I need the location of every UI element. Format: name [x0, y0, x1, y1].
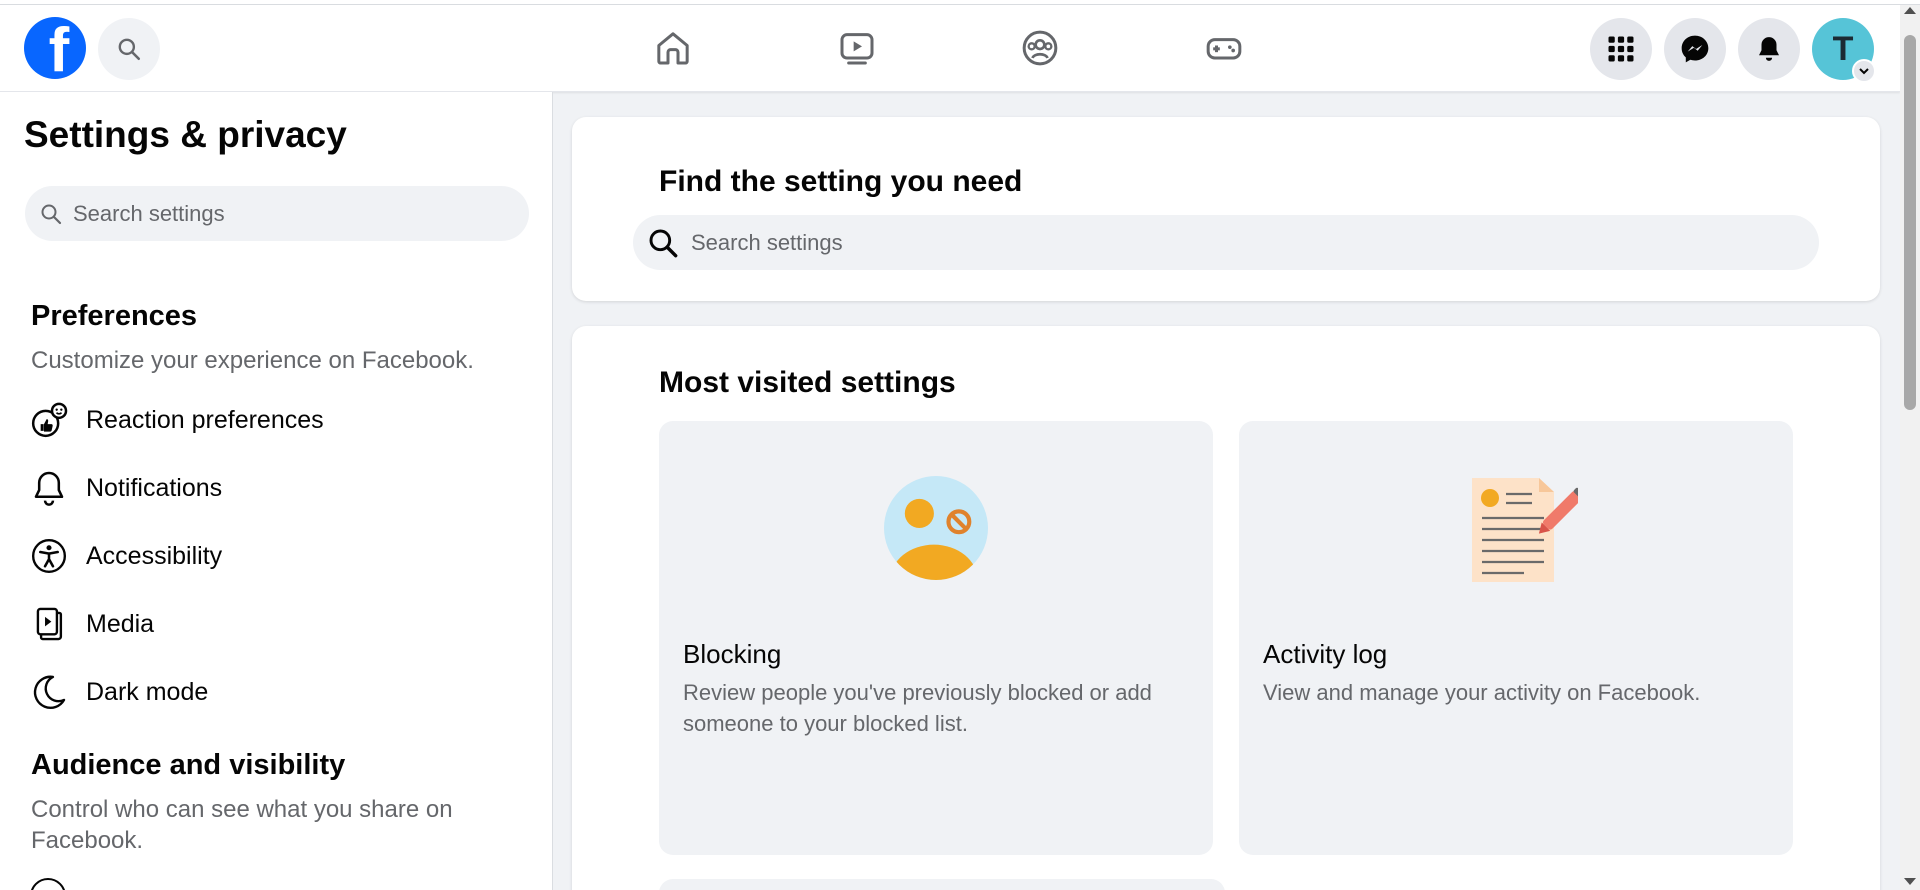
search-icon [41, 204, 62, 224]
sidebar-item-dark-mode[interactable]: Dark mode [28, 666, 528, 718]
bell-icon [1759, 37, 1779, 61]
menu-grid-icon [1608, 36, 1634, 62]
scroll-down-arrow-icon[interactable] [1904, 878, 1916, 885]
messenger-button[interactable] [1664, 18, 1726, 80]
sidebar-item-label: Accessibility [86, 541, 223, 570]
nav-gaming[interactable] [1201, 25, 1247, 71]
menu-button[interactable] [1590, 18, 1652, 80]
accessibility-icon [31, 538, 67, 574]
home-icon [657, 32, 689, 65]
section-description-audience: Control who can see what you share on Fa… [31, 796, 453, 854]
page-scrollbar[interactable] [1900, 5, 1920, 890]
chevron-down-icon [1859, 68, 1869, 75]
nav-groups[interactable] [1017, 25, 1063, 71]
notifications-button[interactable] [1738, 18, 1800, 80]
tile-description: View and manage your activity on Faceboo… [1263, 680, 1701, 705]
search-icon [118, 38, 141, 61]
main-search-input[interactable]: Search settings [633, 215, 1819, 270]
top-navigation-bar: f T [0, 5, 1900, 92]
video-icon [840, 33, 874, 65]
sidebar-item-notifications[interactable]: Notifications [28, 462, 528, 514]
avatar-initial: T [1832, 29, 1854, 68]
next-tile-partial[interactable] [659, 879, 1225, 890]
nav-video[interactable] [834, 25, 880, 71]
tile-blocking[interactable]: Blocking Review people you've previously… [659, 421, 1213, 855]
sidebar-item-icon-partial [30, 878, 66, 890]
sidebar-search-placeholder: Search settings [73, 200, 225, 226]
section-heading-audience: Audience and visibility [31, 749, 346, 781]
blocked-person-icon [884, 476, 988, 580]
most-visited-title: Most visited settings [659, 366, 956, 399]
sidebar-item-accessibility[interactable]: Accessibility [28, 530, 528, 582]
sidebar-item-label: Reaction preferences [86, 405, 324, 434]
section-heading-preferences: Preferences [31, 300, 198, 332]
find-setting-title: Find the setting you need [659, 165, 1023, 198]
logo-letter: f [48, 17, 70, 80]
scroll-up-arrow-icon[interactable] [1904, 7, 1916, 14]
tile-description: Review people you've previously blocked … [683, 680, 1152, 736]
activity-log-icon [1472, 478, 1578, 582]
tile-title: Activity log [1263, 639, 1388, 669]
media-icon [36, 607, 63, 641]
settings-sidebar: Settings & privacy Search settings Prefe… [0, 92, 553, 890]
nav-home[interactable] [650, 25, 696, 71]
account-menu-toggle[interactable] [1852, 59, 1876, 83]
most-visited-card: Most visited settings Blocking Review pe… [572, 326, 1880, 890]
sidebar-item-label: Media [86, 609, 155, 638]
search-icon [649, 229, 678, 257]
section-description-preferences: Customize your experience on Facebook. [31, 347, 474, 374]
bell-icon [34, 471, 64, 506]
sidebar-title: Settings & privacy [24, 114, 347, 155]
groups-icon [1022, 30, 1058, 66]
tile-title: Blocking [683, 639, 782, 669]
scroll-thumb[interactable] [1904, 35, 1916, 410]
gaming-icon [1206, 38, 1242, 60]
sidebar-item-label: Notifications [86, 473, 223, 502]
facebook-logo[interactable]: f [24, 17, 86, 79]
main-search-placeholder: Search settings [691, 229, 843, 255]
messenger-icon [1681, 35, 1709, 63]
header-search-button[interactable] [98, 18, 160, 80]
sidebar-item-reaction-preferences[interactable]: Reaction preferences [28, 394, 528, 446]
moon-icon [33, 675, 66, 709]
sidebar-item-label: Dark mode [86, 677, 209, 706]
tile-activity-log[interactable]: Activity log View and manage your activi… [1239, 421, 1793, 855]
reaction-icon [31, 402, 68, 438]
find-setting-card: Find the setting you need Search setting… [572, 117, 1880, 301]
sidebar-search-input[interactable]: Search settings [25, 186, 529, 241]
sidebar-item-media[interactable]: Media [28, 598, 528, 650]
